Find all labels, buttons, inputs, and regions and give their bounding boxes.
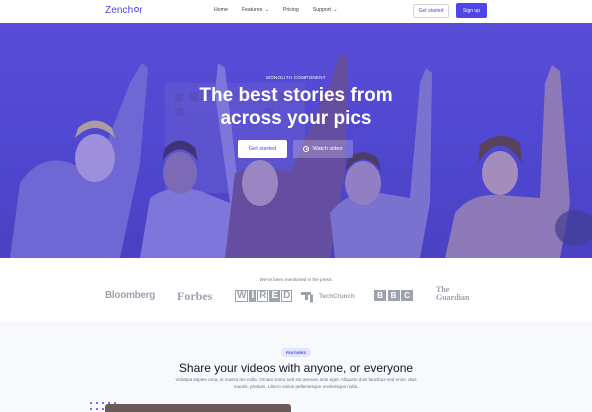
nav-sign-up-button[interactable]: Sign up bbox=[456, 3, 487, 18]
bloomberg-logo: Bloomberg bbox=[105, 290, 156, 301]
hero-title: The best stories from across your pics bbox=[0, 84, 592, 130]
press-label: We've been mentioned in the press: bbox=[259, 277, 333, 282]
play-circle-icon bbox=[303, 146, 310, 152]
features-badge: FEATURES bbox=[281, 348, 311, 357]
features-title: Share your videos with anyone, or everyo… bbox=[178, 361, 414, 375]
nav-links: Home Features ⌄ Pricing Support ⌄ bbox=[214, 7, 338, 13]
forbes-logo: Forbes bbox=[177, 289, 213, 303]
hero-title-line1: The best stories from bbox=[199, 85, 393, 106]
hero-title-line2: across your pics bbox=[220, 108, 372, 129]
nav-link-features[interactable]: Features ⌄ bbox=[242, 7, 269, 13]
nav-link-support[interactable]: Support ⌄ bbox=[313, 7, 338, 13]
watch-video-label: Watch video bbox=[312, 146, 343, 152]
guardian-logo: The Guardian bbox=[436, 285, 470, 302]
nav-get-started-button[interactable]: Get started bbox=[413, 4, 449, 18]
techcrunch-mark-icon bbox=[301, 292, 317, 300]
wired-logo: WIRED bbox=[235, 290, 293, 302]
hero-get-started-button[interactable]: Get started bbox=[238, 140, 287, 158]
top-navbar: Zench r Home Features ⌄ Pricing Support ⌄… bbox=[0, 0, 592, 23]
chevron-down-icon: ⌄ bbox=[331, 7, 338, 13]
feature-image-card bbox=[105, 404, 291, 412]
press-logos: Bloomberg Forbes WIRED TechCrunch BBC Th… bbox=[0, 285, 592, 308]
features-description: Volutpat sapien urna, in massa leo nulla… bbox=[175, 377, 417, 389]
techcrunch-logo: TechCrunch bbox=[301, 292, 355, 300]
brand-logo[interactable]: Zench r bbox=[105, 5, 143, 16]
chevron-down-icon: ⌄ bbox=[263, 7, 269, 13]
hero-watch-video-button[interactable]: Watch video bbox=[293, 140, 353, 158]
nav-link-home[interactable]: Home bbox=[214, 7, 228, 13]
bbc-logo: BBC bbox=[374, 290, 413, 301]
nav-link-pricing[interactable]: Pricing bbox=[283, 7, 299, 13]
hero-eyebrow: MONOLITH COMPONENT bbox=[266, 75, 326, 80]
